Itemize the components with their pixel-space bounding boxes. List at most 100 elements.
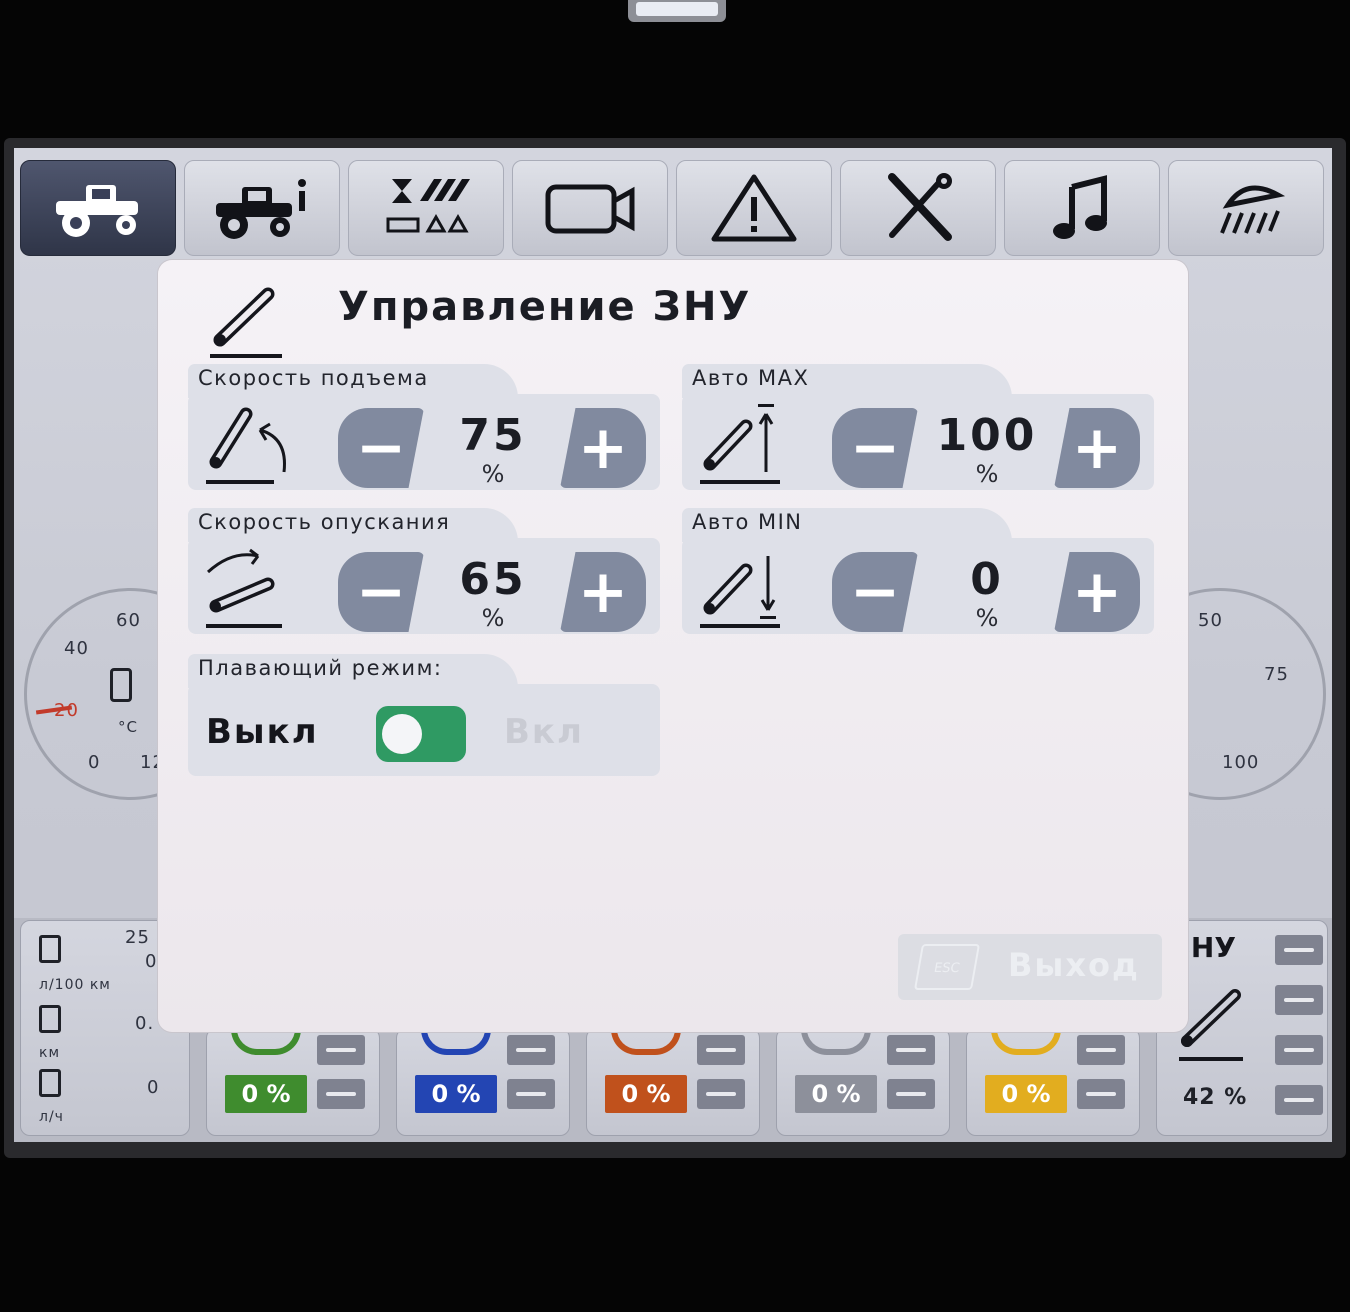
status-led-light [636,2,718,16]
hydraulic-section-3[interactable]: 0 % [586,1028,760,1136]
float-icon [1077,1079,1125,1109]
hydraulic-section-4[interactable]: 0 % [776,1028,950,1136]
float-mode-control: Плавающий режим: Выкл Вкл [188,654,660,776]
section-ring [611,1029,681,1055]
music-note-icon [1053,175,1107,239]
gauge-tick-label: 0 [88,752,101,773]
auto-min-increase-button[interactable]: + [1054,552,1140,632]
lift-speed-decrease-button[interactable]: − [338,408,424,488]
fuel-unit: л/ч [39,1109,64,1125]
extend-icon [697,1035,745,1065]
tab-tractor-info[interactable] [184,160,340,256]
auto-min-control: Авто MIN − 0 % + [682,508,1154,634]
auto-max-unit: % [975,460,999,488]
tab-camera[interactable] [512,160,668,256]
lower-speed-control: Скорость опускания − 65 % + [188,508,660,634]
float-icon [1275,1085,1323,1115]
lower-speed-label: Скорость опускания [198,510,451,534]
tab-warnings[interactable] [676,160,832,256]
fuel-value: 0. [135,1013,155,1034]
rear-hitch-control-dialog: Управление ЗНУ Скорость подъема − 75 % +… [158,260,1188,1032]
fuel-value: 0 [147,1077,160,1098]
extend-icon [507,1035,555,1065]
auto-max-label: Авто MAX [692,366,810,390]
tools-icon [888,173,952,241]
auto-min-label: Авто MIN [692,510,803,534]
tab-lights[interactable] [1168,160,1324,256]
lift-speed-icon [206,407,286,484]
gauge-tick-label: 40 [64,638,89,659]
implement-settings-icon [386,179,470,233]
gauge-tick-label: 60 [116,610,141,631]
work-light-icon [1220,185,1286,234]
hitch-arm-icon [210,287,282,358]
fuel-distance-icon [39,1005,61,1033]
auto-max-control: Авто MAX − 100 % + [682,364,1154,490]
fuel-unit: км [39,1045,61,1061]
float-icon [887,1079,935,1109]
extend-icon [887,1035,935,1065]
lift-speed-label: Скорость подъема [198,366,429,390]
auto-min-icon [700,556,780,628]
lift-speed-value: 75 [459,410,527,461]
section-value: 0 % [415,1075,497,1113]
auto-max-value: 100 [936,410,1038,461]
warning-icon [711,174,797,242]
toggle-knob [382,714,422,754]
tab-audio[interactable] [1004,160,1160,256]
auto-min-value: 0 [970,554,1004,605]
dialog-title: Управление ЗНУ [338,284,752,330]
tab-tractor[interactable] [20,160,176,256]
fuel-hourly-icon [39,1069,61,1097]
lower-speed-value: 65 [459,554,527,605]
lift-speed-control: Скорость подъема − 75 % + [188,364,660,490]
float-mode-off-label: Выкл [206,712,319,752]
auto-max-icon [700,404,780,484]
auto-max-increase-button[interactable]: + [1054,408,1140,488]
lower-speed-icon [206,548,282,628]
fuel-value: 0 [145,951,158,972]
float-icon [317,1079,365,1109]
gauge-unit: °C [118,718,138,736]
fuel-unit: л/100 км [39,977,111,993]
tractor-info-icon [216,179,306,239]
section-ring [231,1029,301,1055]
section-ring [991,1029,1061,1055]
gauge-tick-label: 50 [1198,610,1223,631]
lower-speed-increase-button[interactable]: + [560,552,646,632]
section-value: 0 % [225,1075,307,1113]
section-ring [801,1029,871,1055]
exit-label: Выход [1008,946,1140,984]
tractor-icon [56,185,138,237]
lift-speed-unit: % [481,460,505,488]
exit-button[interactable]: ESC Выход [898,934,1162,1000]
hydraulic-section-5[interactable]: 0 % [966,1028,1140,1136]
esc-key-icon: ESC [913,944,981,990]
hydraulic-section-1[interactable]: 0 % [206,1028,380,1136]
float-icon [697,1079,745,1109]
retract-icon [1275,985,1323,1015]
tab-service[interactable] [840,160,996,256]
coolant-icon [110,668,132,702]
lower-speed-decrease-button[interactable]: − [338,552,424,632]
auto-max-decrease-button[interactable]: − [832,408,918,488]
screen: 60 40 20 0 12 °C 50 75 100 25 0 л/100 км… [14,148,1332,1142]
float-mode-label: Плавающий режим: [198,656,443,680]
extend-icon [1275,1035,1323,1065]
float-mode-toggle[interactable] [376,706,466,762]
fuel-pump-icon [39,935,61,963]
camera-icon [545,184,635,234]
section-ring [421,1029,491,1055]
lift-speed-increase-button[interactable]: + [560,408,646,488]
extend-icon [317,1035,365,1065]
float-icon [507,1079,555,1109]
auto-min-decrease-button[interactable]: − [832,552,918,632]
tab-implement-settings[interactable] [348,160,504,256]
extend-icon [1077,1035,1125,1065]
section-value: 0 % [985,1075,1067,1113]
float-mode-on-label: Вкл [504,712,584,752]
hydraulic-section-2[interactable]: 0 % [396,1028,570,1136]
gauge-tick-label: 100 [1222,752,1260,773]
auto-min-unit: % [975,604,999,632]
fuel-value: 25 [125,927,150,948]
